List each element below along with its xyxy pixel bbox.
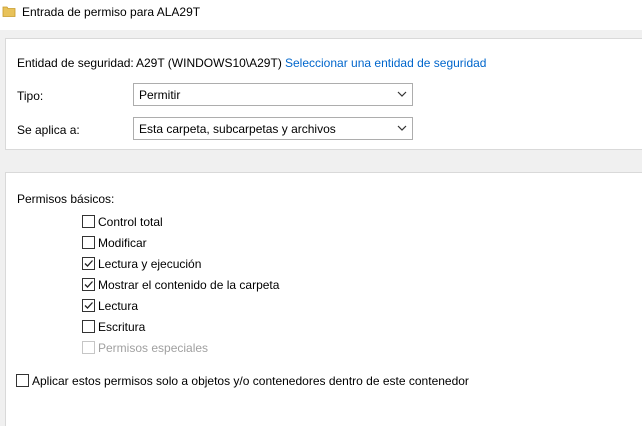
permission-checkbox[interactable] <box>82 299 95 312</box>
permission-label: Mostrar el contenido de la carpeta <box>98 278 280 292</box>
permission-checkbox[interactable] <box>82 215 95 228</box>
applies-to-select-value: Esta carpeta, subcarpetas y archivos <box>139 122 336 136</box>
title-bar: Entrada de permiso para ALA29T <box>0 0 642 30</box>
permission-label: Control total <box>98 215 163 229</box>
permission-checkbox[interactable] <box>82 236 95 249</box>
permission-checkbox[interactable] <box>82 278 95 291</box>
applies-to-select[interactable]: Esta carpeta, subcarpetas y archivos <box>133 117 413 140</box>
type-label: Tipo: <box>17 89 44 103</box>
principal-panel: Entidad de seguridad: A29T (WINDOWS10\A2… <box>5 38 642 150</box>
folder-icon <box>2 6 16 17</box>
permissions-heading: Permisos básicos: <box>17 192 115 206</box>
permission-checkbox[interactable] <box>82 320 95 333</box>
permission-label: Lectura y ejecución <box>98 257 202 271</box>
apply-only-checkbox[interactable] <box>16 374 29 387</box>
type-select-value: Permitir <box>139 88 181 102</box>
chevron-down-icon <box>397 91 407 97</box>
apply-only-label: Aplicar estos permisos solo a objetos y/… <box>32 374 469 388</box>
type-select[interactable]: Permitir <box>133 83 413 106</box>
permission-label: Modificar <box>98 236 147 250</box>
select-principal-link[interactable]: Seleccionar una entidad de seguridad <box>285 56 486 70</box>
permission-checkbox[interactable] <box>82 257 95 270</box>
permission-checkbox <box>82 341 95 354</box>
window-title: Entrada de permiso para ALA29T <box>22 5 201 19</box>
permission-label: Permisos especiales <box>98 341 209 355</box>
permissions-panel: Permisos básicos: Control total Modificar… <box>5 172 642 426</box>
principal-label: Entidad de seguridad: <box>17 56 134 70</box>
principal-value: A29T (WINDOWS10\A29T) <box>136 56 282 70</box>
permission-label: Escritura <box>98 320 146 334</box>
permission-label: Lectura <box>98 299 139 313</box>
chevron-down-icon <box>397 125 407 131</box>
applies-to-label: Se aplica a: <box>17 123 80 137</box>
